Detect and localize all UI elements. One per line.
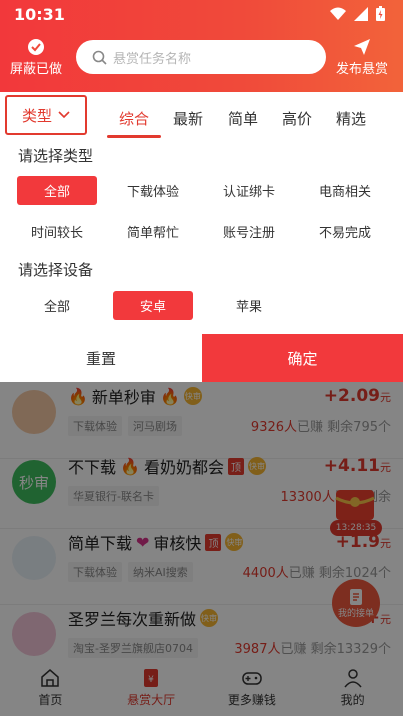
system-icons xyxy=(330,6,385,21)
search-placeholder: 悬赏任务名称 xyxy=(113,51,192,67)
send-icon xyxy=(354,39,370,55)
tab-featured[interactable]: 精选 xyxy=(336,108,366,129)
tab-high-price[interactable]: 高价 xyxy=(282,108,312,129)
battery-icon xyxy=(376,6,385,21)
block-done-button[interactable]: 屏蔽已做 xyxy=(10,38,62,77)
status-time: 10:31 xyxy=(14,5,65,24)
modal-backdrop[interactable] xyxy=(0,382,403,716)
device-chip-apple[interactable]: 苹果 xyxy=(209,291,289,320)
search-input[interactable]: 悬赏任务名称 xyxy=(76,40,326,74)
tab-simple[interactable]: 简单 xyxy=(228,108,258,129)
search-icon xyxy=(92,50,107,65)
type-chip-hard[interactable]: 不易完成 xyxy=(305,217,385,246)
type-chip-download[interactable]: 下载体验 xyxy=(113,176,193,205)
publish-label: 发布悬赏 xyxy=(336,62,389,77)
type-chip-long-time[interactable]: 时间较长 xyxy=(17,217,97,246)
publish-bounty-button[interactable]: 发布悬赏 xyxy=(336,38,388,77)
device-chip-all[interactable]: 全部 xyxy=(17,291,97,320)
confirm-button[interactable]: 确定 xyxy=(202,334,403,382)
device-section-title: 请选择设备 xyxy=(18,261,94,279)
signal-icon xyxy=(354,6,368,21)
wifi-icon xyxy=(330,7,346,20)
type-chip-all[interactable]: 全部 xyxy=(17,176,97,205)
type-chip-account-register[interactable]: 账号注册 xyxy=(209,217,289,246)
type-dropdown-label: 类型 xyxy=(21,106,52,125)
status-bar: 10:31 xyxy=(0,0,403,30)
type-dropdown-button[interactable]: 类型 xyxy=(5,95,87,135)
chevron-down-icon xyxy=(58,111,70,119)
tab-comprehensive[interactable]: 综合 xyxy=(119,108,149,129)
type-chip-verify-card[interactable]: 认证绑卡 xyxy=(209,176,289,205)
type-section-title: 请选择类型 xyxy=(18,147,94,165)
type-chip-simple-help[interactable]: 简单帮忙 xyxy=(113,217,193,246)
type-chip-ecommerce[interactable]: 电商相关 xyxy=(305,176,385,205)
device-chip-android[interactable]: 安卓 xyxy=(113,291,193,320)
reset-button[interactable]: 重置 xyxy=(0,334,202,382)
block-done-label: 屏蔽已做 xyxy=(10,62,63,77)
tab-newest[interactable]: 最新 xyxy=(173,108,203,129)
check-circle-icon xyxy=(28,39,44,55)
